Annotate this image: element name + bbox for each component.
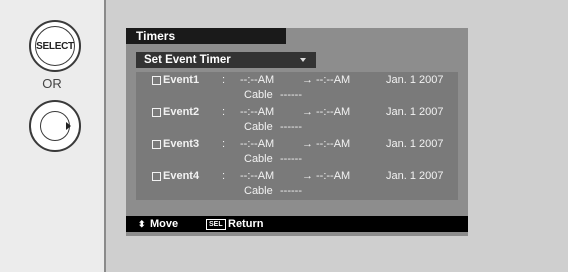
event-name: Event2: [163, 106, 200, 118]
event-name: Event3: [163, 138, 200, 150]
select-button-label: SELECT: [35, 26, 75, 66]
menu-title: Timers: [126, 28, 286, 44]
set-event-timer-header[interactable]: Set Event Timer: [136, 52, 316, 68]
help-bar: ⬍ Move SEL Return: [126, 216, 468, 232]
event-name: Event1: [163, 74, 200, 86]
event-source: Cable: [244, 121, 273, 133]
up-down-arrows-icon: ⬍: [138, 219, 146, 229]
move-label: Move: [150, 218, 179, 230]
event-end-time: --:--AM: [316, 74, 351, 86]
event-colon: :: [222, 170, 226, 182]
right-arrow-icon: [66, 122, 71, 130]
event-date: Jan. 1 2007: [386, 74, 444, 86]
checkbox-event-2[interactable]: [152, 108, 161, 117]
event-list: Event1 : --:--AM → --:--AM Jan. 1 2007 C…: [136, 72, 458, 200]
chevron-down-icon: [300, 58, 306, 62]
arrow-right-icon: →: [302, 106, 313, 118]
arrow-right-icon: →: [302, 138, 313, 150]
event-date: Jan. 1 2007: [386, 170, 444, 182]
remote-panel: SELECT OR: [0, 0, 106, 272]
event-end-time: --:--AM: [316, 106, 351, 118]
event-start-time: --:--AM: [240, 138, 275, 150]
event-source: Cable: [244, 89, 273, 101]
event-colon: :: [222, 138, 226, 150]
event-source: Cable: [244, 153, 273, 165]
event-channel: ------: [280, 89, 302, 101]
event-row-3[interactable]: Event3 : --:--AM → --:--AM Jan. 1 2007 C…: [136, 136, 458, 168]
arrow-right-icon: →: [302, 170, 313, 182]
event-start-time: --:--AM: [240, 170, 275, 182]
select-button[interactable]: SELECT: [29, 20, 81, 72]
event-start-time: --:--AM: [240, 106, 275, 118]
event-colon: :: [222, 106, 226, 118]
event-date: Jan. 1 2007: [386, 138, 444, 150]
event-channel: ------: [280, 153, 302, 165]
event-row-4[interactable]: Event4 : --:--AM → --:--AM Jan. 1 2007 C…: [136, 168, 458, 200]
event-row-1[interactable]: Event1 : --:--AM → --:--AM Jan. 1 2007 C…: [136, 72, 458, 104]
event-colon: :: [222, 74, 226, 86]
checkbox-event-3[interactable]: [152, 140, 161, 149]
navigation-button[interactable]: [29, 100, 81, 152]
event-channel: ------: [280, 185, 302, 197]
event-end-time: --:--AM: [316, 170, 351, 182]
event-source: Cable: [244, 185, 273, 197]
event-start-time: --:--AM: [240, 74, 275, 86]
event-name: Event4: [163, 170, 200, 182]
timers-menu: Timers Set Event Timer Event1 : --:--AM …: [126, 28, 468, 236]
return-label: Return: [228, 218, 264, 230]
menu-subtitle-label: Set Event Timer: [144, 54, 231, 66]
event-row-2[interactable]: Event2 : --:--AM → --:--AM Jan. 1 2007 C…: [136, 104, 458, 136]
event-channel: ------: [280, 121, 302, 133]
checkbox-event-1[interactable]: [152, 76, 161, 85]
event-end-time: --:--AM: [316, 138, 351, 150]
event-date: Jan. 1 2007: [386, 106, 444, 118]
or-label: OR: [42, 76, 62, 91]
sel-key-icon: SEL: [206, 219, 226, 230]
checkbox-event-4[interactable]: [152, 172, 161, 181]
arrow-right-icon: →: [302, 74, 313, 86]
